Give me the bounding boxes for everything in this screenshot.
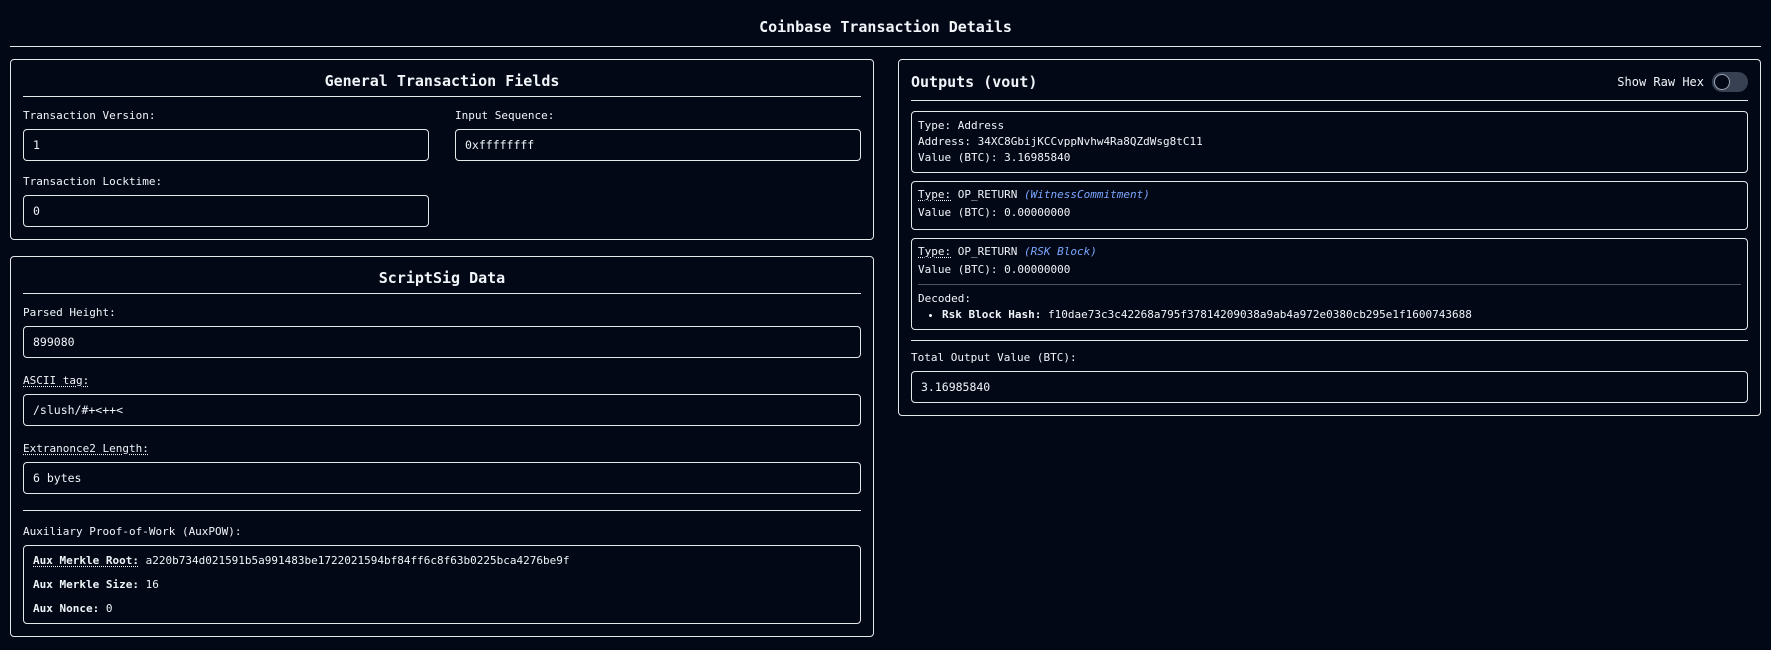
aux-merkle-size-value: 16 [145, 578, 159, 591]
output-type-value: OP_RETURN [957, 188, 1018, 201]
locktime-label: Transaction Locktime: [23, 175, 163, 188]
aux-nonce-row: Aux Nonce: 0 [33, 602, 851, 615]
output-type-note: (RSK Block) [1023, 245, 1097, 258]
extranonce-input[interactable]: 6 bytes [23, 462, 861, 494]
outputs-header: Outputs (vout) Show Raw Hex [911, 72, 1748, 101]
decoded-label: Decoded: [918, 292, 971, 305]
decoded-value: f10dae73c3c42268a795f37814209038a9ab4a97… [1047, 308, 1472, 321]
output-type-row: Type: OP_RETURN (RSK Block) [918, 244, 1741, 260]
scriptsig-title: ScriptSig Data [23, 269, 861, 294]
general-fields-title: General Transaction Fields [23, 72, 861, 97]
locktime-field: Transaction Locktime: 0 [23, 175, 429, 227]
output-value: 3.16985840 [1004, 151, 1071, 164]
ascii-input[interactable]: /slush/#+<++< [23, 394, 861, 426]
main-columns: General Transaction Fields Transaction V… [0, 47, 1771, 637]
output-address-row: Address: 34XC8GbijKCCvppNvhw4Ra8QZdWsg8t… [918, 134, 1741, 150]
left-column: General Transaction Fields Transaction V… [10, 59, 874, 637]
ascii-field: ASCII tag: /slush/#+<++< [23, 374, 861, 426]
aux-merkle-size-label: Aux Merkle Size: [33, 578, 139, 591]
aux-merkle-root-label[interactable]: Aux Merkle Root: [33, 554, 139, 567]
version-field: Transaction Version: 1 [23, 109, 429, 161]
total-divider [911, 340, 1748, 341]
extranonce-label: Extranonce2 Length: [23, 442, 861, 455]
extranonce-label-text[interactable]: Extranonce2 Length: [23, 442, 149, 455]
decoded-divider [918, 284, 1741, 285]
version-input[interactable]: 1 [23, 129, 429, 161]
outputs-card: Outputs (vout) Show Raw Hex Type: Addres… [898, 59, 1761, 416]
auxpow-box: Aux Merkle Root: a220b734d021591b5a99148… [23, 545, 861, 624]
aux-nonce-value: 0 [105, 602, 113, 615]
output-value-label: Value (BTC): [918, 263, 998, 276]
output-type-label[interactable]: Type: [918, 245, 951, 258]
raw-hex-toggle-label: Show Raw Hex [1617, 75, 1704, 89]
height-label: Parsed Height: [23, 306, 116, 319]
decoded-item: Rsk Block Hash: f10dae73c3c42268a795f378… [942, 307, 1741, 323]
output-type-row: Type: Address [918, 118, 1741, 134]
output-item: Type: OP_RETURN (RSK Block) Value (BTC):… [911, 238, 1748, 330]
output-type-label: Type: [918, 119, 952, 132]
general-fields-card: General Transaction Fields Transaction V… [10, 59, 874, 240]
output-type-note: (WitnessCommitment) [1023, 188, 1150, 201]
output-type-label[interactable]: Type: [918, 188, 951, 201]
total-label: Total Output Value (BTC): [911, 351, 1077, 364]
page-title: Coinbase Transaction Details [759, 18, 1012, 36]
outputs-title: Outputs (vout) [911, 73, 1038, 91]
extranonce-field: Extranonce2 Length: 6 bytes [23, 442, 861, 494]
toggle-knob [1714, 74, 1730, 90]
height-input[interactable]: 899080 [23, 326, 861, 358]
output-type-row: Type: OP_RETURN (WitnessCommitment) [918, 187, 1741, 203]
right-column: Outputs (vout) Show Raw Hex Type: Addres… [898, 59, 1761, 416]
output-item: Type: OP_RETURN (WitnessCommitment) Valu… [911, 181, 1748, 230]
output-value-label: Value (BTC): [918, 151, 998, 164]
scriptsig-card: ScriptSig Data Parsed Height: 899080 ASC… [10, 256, 874, 637]
output-type-value: OP_RETURN [957, 245, 1018, 258]
sequence-label: Input Sequence: [455, 109, 555, 122]
aux-merkle-root-row: Aux Merkle Root: a220b734d021591b5a99148… [33, 554, 851, 567]
aux-merkle-root-value: a220b734d021591b5a991483be1722021594bf84… [145, 554, 570, 567]
raw-hex-toggle[interactable] [1712, 72, 1748, 92]
output-value-row: Value (BTC): 3.16985840 [918, 150, 1741, 166]
height-field: Parsed Height: 899080 [23, 306, 861, 358]
auxpow-divider [23, 510, 861, 511]
sequence-field: Input Sequence: 0xffffffff [455, 109, 861, 161]
output-value-label: Value (BTC): [918, 206, 998, 219]
output-type-value: Address [957, 119, 1005, 132]
output-address-label: Address: [918, 135, 971, 148]
total-input[interactable]: 3.16985840 [911, 371, 1748, 403]
output-value-row: Value (BTC): 0.00000000 [918, 205, 1741, 221]
decoded-list: Rsk Block Hash: f10dae73c3c42268a795f378… [918, 307, 1741, 323]
sequence-input[interactable]: 0xffffffff [455, 129, 861, 161]
auxpow-label: Auxiliary Proof-of-Work (AuxPOW): [23, 525, 242, 538]
output-value: 0.00000000 [1004, 206, 1071, 219]
version-label: Transaction Version: [23, 109, 156, 122]
output-item: Type: Address Address: 34XC8GbijKCCvppNv… [911, 111, 1748, 173]
decoded-key: Rsk Block Hash: [942, 308, 1042, 321]
raw-hex-toggle-wrap: Show Raw Hex [1617, 72, 1748, 92]
aux-merkle-size-row: Aux Merkle Size: 16 [33, 578, 851, 591]
output-value: 0.00000000 [1004, 263, 1071, 276]
output-value-row: Value (BTC): 0.00000000 [918, 262, 1741, 278]
aux-nonce-label: Aux Nonce: [33, 602, 100, 615]
locktime-input[interactable]: 0 [23, 195, 429, 227]
ascii-label: ASCII tag: [23, 374, 861, 387]
ascii-label-text[interactable]: ASCII tag: [23, 374, 89, 387]
output-address-value: 34XC8GbijKCCvppNvhw4Ra8QZdWsg8tC11 [977, 135, 1203, 148]
